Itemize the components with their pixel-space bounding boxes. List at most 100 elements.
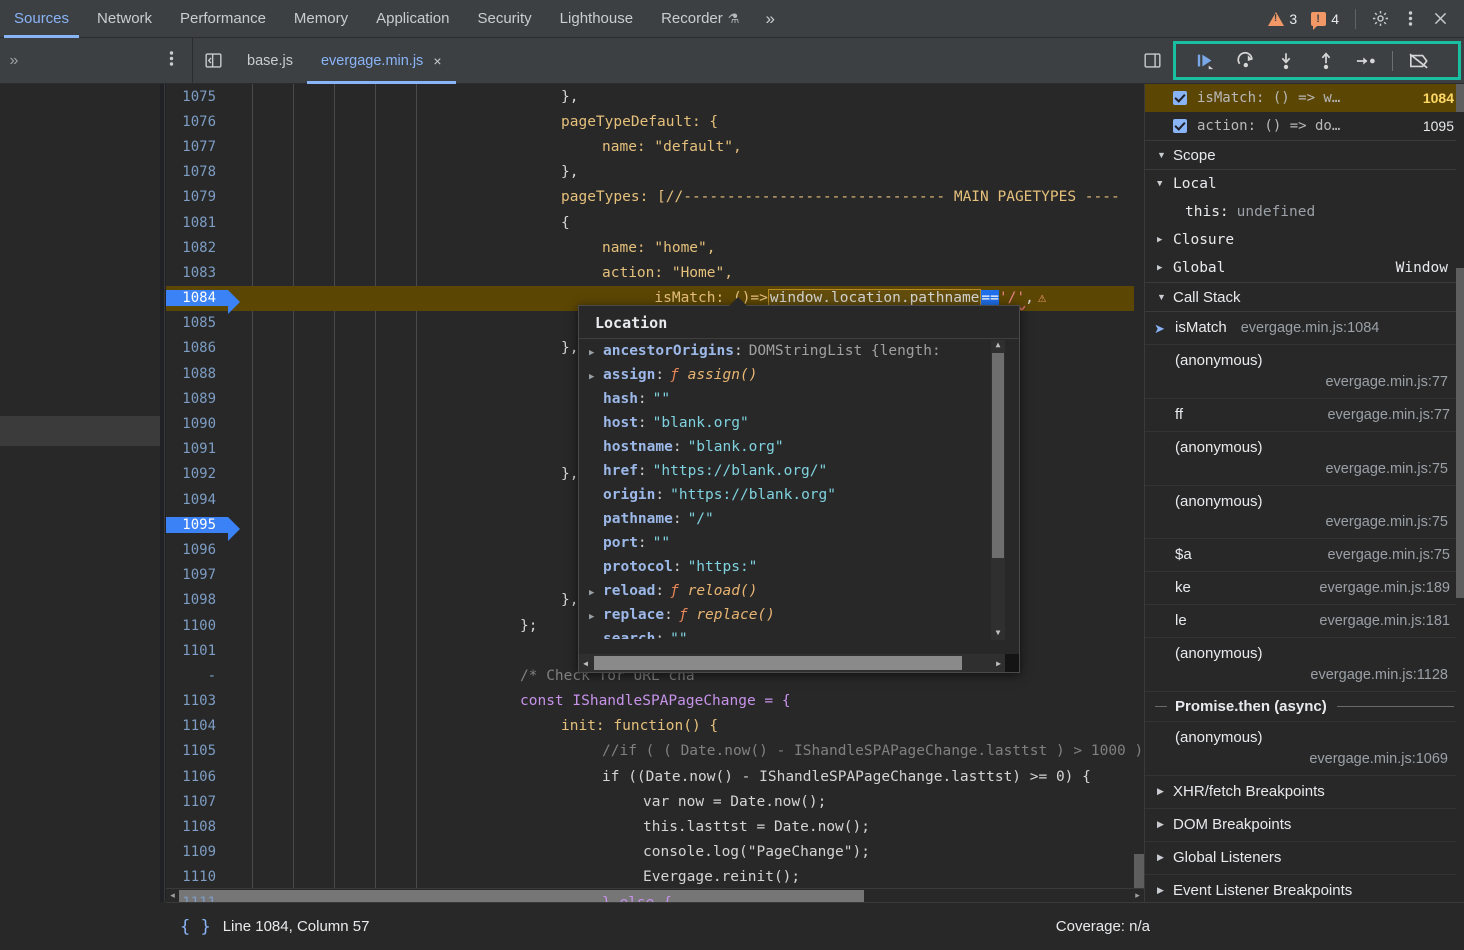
inline-warning-icon[interactable]: ⚠ — [1038, 290, 1046, 306]
code-line-1109[interactable]: 1109 console.log("PageChange"); — [166, 840, 1144, 865]
scope-section-header[interactable]: ▼ Scope — [1145, 140, 1464, 170]
code-line-1079[interactable]: 1079 pageTypes: [//---------------------… — [166, 185, 1144, 210]
popover-vertical-scrollbar[interactable]: ▲ ▼ — [991, 340, 1005, 640]
popover-row[interactable]: ▶hostname:"blank.org" — [579, 437, 1019, 461]
chevron-right-icon[interactable]: ▶ — [1157, 263, 1173, 273]
sidebar-scrollbar[interactable] — [1456, 84, 1464, 950]
sidebar-scrollbar-thumb-top[interactable] — [1456, 84, 1464, 112]
call-stack-frame[interactable]: ke evergage.min.js:189 — [1145, 572, 1464, 605]
editor-tab-base-js[interactable]: base.js — [233, 38, 307, 84]
popover-row[interactable]: ▶assign:ƒ assign() — [579, 365, 1019, 389]
tab-lighthouse[interactable]: Lighthouse — [546, 0, 647, 38]
resume-script-execution-button[interactable] — [1186, 44, 1226, 78]
code-line-1108[interactable]: 1108 this.lasttst = Date.now(); — [166, 814, 1144, 839]
popover-horizontal-scrollbar[interactable]: ◀ ▶ — [579, 654, 1019, 672]
popover-row[interactable]: ▶ancestorOrigins:DOMStringList {length: — [579, 341, 1019, 365]
code-line-1104[interactable]: 1104 init: function() { — [166, 714, 1144, 739]
code-line-1103[interactable]: 1103 const IShandleSPAPageChange = { — [166, 689, 1144, 714]
scope-global[interactable]: ▶ Global Window — [1145, 254, 1464, 282]
scroll-left-arrow-icon[interactable]: ◀ — [579, 659, 592, 668]
popover-hscroll-track[interactable] — [592, 656, 992, 670]
close-devtools-button[interactable] — [1426, 5, 1454, 33]
code-line-1107[interactable]: 1107 var now = Date.now(); — [166, 789, 1144, 814]
error-count-button[interactable]: 4 — [1305, 11, 1345, 27]
call-stack-frame[interactable]: le evergage.min.js:181 — [1145, 605, 1464, 638]
step-over-next-function-call-button[interactable] — [1226, 44, 1266, 78]
code-line-1110[interactable]: 1110 Evergage.reinit(); — [166, 865, 1144, 890]
expand-triangle-icon[interactable]: ▶ — [589, 581, 603, 605]
code-line-1075[interactable]: 1075 }, — [166, 84, 1144, 109]
call-stack-section-header[interactable]: ▼ Call Stack — [1145, 282, 1464, 312]
devtools-more-options-button[interactable] — [1396, 5, 1424, 33]
breakpoint-checkbox[interactable] — [1173, 119, 1187, 133]
section-global-listeners[interactable]: ▶ Global Listeners — [1145, 842, 1464, 875]
section-xhr-fetch-breakpoints[interactable]: ▶ XHR/fetch Breakpoints — [1145, 776, 1464, 809]
sidebar-scrollbar-thumb[interactable] — [1456, 268, 1464, 598]
popover-row[interactable]: ▶replace:ƒ replace() — [579, 605, 1019, 629]
call-stack-frame[interactable]: ff evergage.min.js:77 — [1145, 399, 1464, 432]
tab-network[interactable]: Network — [83, 0, 166, 38]
step-button[interactable] — [1346, 44, 1386, 78]
tab-sources[interactable]: Sources — [0, 0, 83, 38]
scope-closure[interactable]: ▶ Closure — [1145, 226, 1464, 254]
code-line-1105[interactable]: 1105 //if ( ( Date.now() - IShandleSPAPa… — [166, 739, 1144, 764]
chevron-down-icon[interactable]: ▼ — [1157, 179, 1173, 189]
scroll-right-arrow-icon[interactable]: ▸ — [1131, 890, 1144, 901]
popover-row[interactable]: ▶host:"blank.org" — [579, 413, 1019, 437]
close-tab-icon[interactable]: × — [433, 53, 441, 69]
popover-row[interactable]: ▶protocol:"https:" — [579, 557, 1019, 581]
tab-application[interactable]: Application — [362, 0, 463, 38]
navigator-scrollbar-thumb[interactable] — [0, 416, 165, 446]
selected-operator-token[interactable]: == — [981, 290, 998, 306]
expand-triangle-icon[interactable]: ▶ — [589, 365, 603, 389]
call-stack-frame-ismatch[interactable]: ➤ isMatch evergage.min.js:1084 — [1145, 312, 1464, 345]
breakpoint-item-1084[interactable]: isMatch: () => w… 1084 — [1145, 84, 1464, 112]
section-dom-breakpoints[interactable]: ▶ DOM Breakpoints — [1145, 809, 1464, 842]
tab-performance[interactable]: Performance — [166, 0, 280, 38]
tab-recorder[interactable]: Recorder ⚗ — [647, 0, 753, 38]
popover-hscroll-thumb[interactable] — [594, 656, 962, 670]
show-debugger-sidebar-button[interactable] — [1131, 38, 1173, 83]
step-into-next-function-call-button[interactable] — [1266, 44, 1306, 78]
code-line-1106[interactable]: 1106 if ((Date.now() - IShandleSPAPageCh… — [166, 764, 1144, 789]
pretty-print-button[interactable]: { } — [180, 917, 211, 937]
popover-row[interactable]: ▶search:"" — [579, 629, 1019, 639]
popover-vscroll-thumb[interactable] — [992, 353, 1004, 558]
scroll-down-arrow-icon[interactable]: ▼ — [991, 628, 1005, 640]
call-stack-frame[interactable]: (anonymous) evergage.min.js:1069 — [1145, 722, 1464, 776]
call-stack-frame[interactable]: (anonymous) evergage.min.js:75 — [1145, 486, 1464, 540]
step-out-of-current-function-button[interactable] — [1306, 44, 1346, 78]
expand-triangle-icon[interactable]: ▶ — [589, 605, 603, 629]
popover-row[interactable]: ▶hash:"" — [579, 389, 1019, 413]
show-navigator-button[interactable] — [193, 38, 233, 83]
popover-row[interactable]: ▶href:"https://blank.org/" — [579, 461, 1019, 485]
call-stack-frame[interactable]: (anonymous) evergage.min.js:75 — [1145, 432, 1464, 486]
warning-count-button[interactable]: 3 — [1262, 11, 1303, 27]
editor-tab-evergage-min-js[interactable]: evergage.min.js × — [307, 38, 456, 84]
code-line-1077[interactable]: 1077 name: "default", — [166, 134, 1144, 159]
settings-button[interactable] — [1366, 5, 1394, 33]
call-stack-frame[interactable]: $a evergage.min.js:75 — [1145, 539, 1464, 572]
tab-memory[interactable]: Memory — [280, 0, 362, 38]
scope-local[interactable]: ▼ Local — [1145, 170, 1464, 198]
code-line-1076[interactable]: 1076 pageTypeDefault: { — [166, 109, 1144, 134]
editor-vertical-scrollbar[interactable] — [1134, 84, 1144, 888]
navigator-more-options-button[interactable] — [169, 49, 174, 73]
call-stack-frame[interactable]: (anonymous) evergage.min.js:77 — [1145, 345, 1464, 399]
code-line-1082[interactable]: 1082 name: "home", — [166, 235, 1144, 260]
scope-this[interactable]: this: undefined — [1145, 198, 1464, 226]
popover-row[interactable]: ▶origin:"https://blank.org" — [579, 485, 1019, 509]
chevron-right-icon[interactable]: ▶ — [1157, 235, 1173, 245]
call-stack-frame[interactable]: (anonymous) evergage.min.js:1128 — [1145, 638, 1464, 692]
popover-row[interactable]: ▶pathname:"/" — [579, 509, 1019, 533]
panel-tabs-overflow-button[interactable]: » — [753, 0, 786, 38]
deactivate-breakpoints-button[interactable] — [1399, 44, 1439, 78]
tab-security[interactable]: Security — [463, 0, 545, 38]
navigator-scrollbar-track[interactable] — [160, 84, 164, 950]
code-line-1081[interactable]: 1081 { — [166, 210, 1144, 235]
popover-row[interactable]: ▶reload:ƒ reload() — [579, 581, 1019, 605]
scroll-up-arrow-icon[interactable]: ▲ — [991, 340, 1005, 352]
expand-navigator-button[interactable]: » — [0, 38, 28, 83]
breakpoint-item-1095[interactable]: action: () => do… 1095 — [1145, 112, 1464, 140]
code-line-1078[interactable]: 1078 }, — [166, 160, 1144, 185]
